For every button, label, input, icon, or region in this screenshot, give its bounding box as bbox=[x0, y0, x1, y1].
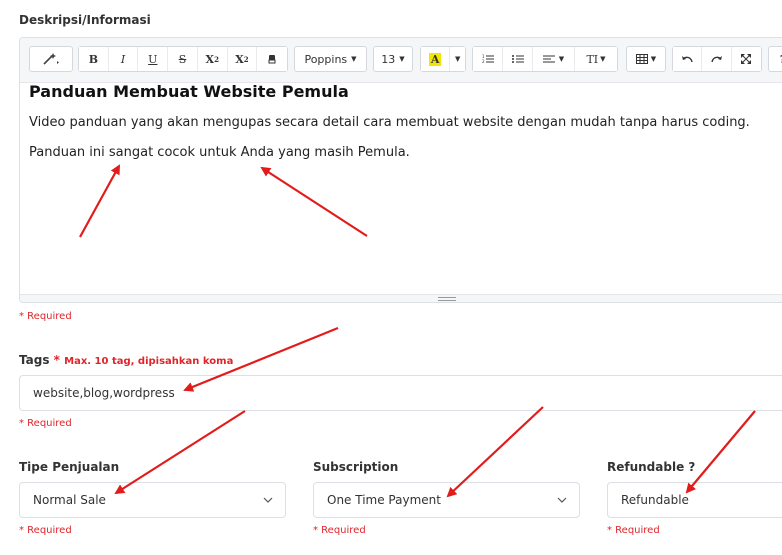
font-size-dropdown[interactable]: 13 ▼ bbox=[373, 46, 413, 72]
redo-icon bbox=[710, 56, 722, 63]
tags-label-row: Tags * Max. 10 tag, dipisahkan koma bbox=[19, 353, 233, 367]
align-left-icon bbox=[542, 55, 555, 63]
fullscreen-icon bbox=[741, 54, 752, 64]
resize-grip-icon bbox=[438, 297, 456, 301]
sale-type-label: Tipe Penjualan bbox=[19, 460, 120, 474]
content-heading: Panduan Membuat Website Pemula bbox=[29, 82, 349, 101]
content-paragraph-1: Video panduan yang akan mengupas secara … bbox=[29, 115, 750, 130]
tags-required: * Required bbox=[19, 418, 72, 429]
style-dropdown[interactable]: TI ▼ bbox=[575, 47, 617, 71]
tags-input[interactable]: website,blog,wordpress bbox=[19, 375, 782, 411]
superscript-button[interactable]: X2 bbox=[197, 47, 228, 71]
editor-resize-bar[interactable] bbox=[20, 294, 782, 302]
text-color-button[interactable]: A bbox=[421, 47, 451, 71]
color-group: A ▼ bbox=[420, 46, 466, 72]
format-group: B I U S X2 X2 bbox=[78, 46, 288, 72]
unordered-list-icon bbox=[511, 55, 524, 63]
table-icon bbox=[635, 54, 648, 64]
magic-wand-icon bbox=[43, 53, 59, 65]
subscription-required: * Required bbox=[313, 525, 366, 536]
sale-type-value: Normal Sale bbox=[33, 493, 106, 507]
refundable-required: * Required bbox=[607, 525, 660, 536]
align-dropdown[interactable]: ▼ bbox=[533, 47, 575, 71]
subscription-select[interactable]: One Time Payment bbox=[313, 482, 580, 518]
description-label: Deskripsi/Informasi bbox=[19, 13, 151, 27]
caret-down-icon: ▼ bbox=[351, 55, 357, 63]
underline-button[interactable]: U bbox=[138, 47, 169, 71]
ordered-list-icon: 12 bbox=[482, 54, 494, 64]
clear-format-button[interactable] bbox=[257, 47, 288, 71]
undo-icon bbox=[682, 56, 693, 63]
redo-button[interactable] bbox=[702, 47, 732, 71]
paragraph-group: 12 ▼ TI ▼ bbox=[472, 46, 618, 72]
tags-hint: Max. 10 tag, dipisahkan koma bbox=[64, 356, 234, 367]
magic-wand-button[interactable] bbox=[29, 46, 73, 72]
fullscreen-button[interactable] bbox=[731, 47, 761, 71]
caret-down-icon: ▼ bbox=[558, 55, 565, 63]
refundable-label: Refundable ? bbox=[607, 460, 696, 474]
sale-type-required: * Required bbox=[19, 525, 72, 536]
unordered-list-button[interactable] bbox=[503, 47, 533, 71]
bold-button[interactable]: B bbox=[79, 47, 109, 71]
refundable-select[interactable]: Refundable bbox=[607, 482, 782, 518]
strikethrough-button[interactable]: S bbox=[168, 47, 198, 71]
editor-toolbar: B I U S X2 X2 Poppins ▼ 13 ▼ A ▼ 12 ▼ TI… bbox=[20, 38, 782, 83]
refundable-value: Refundable bbox=[621, 493, 689, 507]
chevron-down-icon bbox=[263, 497, 273, 503]
sale-type-select[interactable]: Normal Sale bbox=[19, 482, 286, 518]
caret-down-icon: ▼ bbox=[399, 55, 405, 63]
undo-button[interactable] bbox=[673, 47, 703, 71]
tags-input-value: website,blog,wordpress bbox=[33, 386, 175, 400]
help-button[interactable]: ? bbox=[768, 46, 782, 72]
table-dropdown[interactable]: ▼ bbox=[626, 46, 666, 72]
italic-button[interactable]: I bbox=[108, 47, 139, 71]
tags-star: * bbox=[53, 353, 60, 367]
color-dropdown[interactable]: ▼ bbox=[450, 47, 465, 71]
description-required: * Required bbox=[19, 311, 72, 322]
tags-label: Tags bbox=[19, 353, 50, 367]
ordered-list-button[interactable]: 12 bbox=[473, 47, 503, 71]
history-group bbox=[672, 46, 762, 72]
subscription-value: One Time Payment bbox=[327, 493, 441, 507]
rich-text-editor: B I U S X2 X2 Poppins ▼ 13 ▼ A ▼ 12 ▼ TI… bbox=[19, 37, 782, 303]
content-paragraph-2: Panduan ini sangat cocok untuk Anda yang… bbox=[29, 145, 410, 160]
subscription-label: Subscription bbox=[313, 460, 399, 474]
svg-text:2: 2 bbox=[482, 59, 485, 64]
caret-down-icon: ▼ bbox=[600, 55, 606, 63]
subscript-button[interactable]: X2 bbox=[227, 47, 258, 71]
caret-down-icon: ▼ bbox=[454, 55, 461, 63]
eraser-icon bbox=[268, 55, 276, 64]
arrow-to-sale-type bbox=[114, 410, 246, 495]
caret-down-icon: ▼ bbox=[650, 55, 657, 63]
font-family-dropdown[interactable]: Poppins ▼ bbox=[294, 46, 367, 72]
arrow-to-refundable bbox=[685, 410, 756, 494]
chevron-down-icon bbox=[557, 497, 567, 503]
